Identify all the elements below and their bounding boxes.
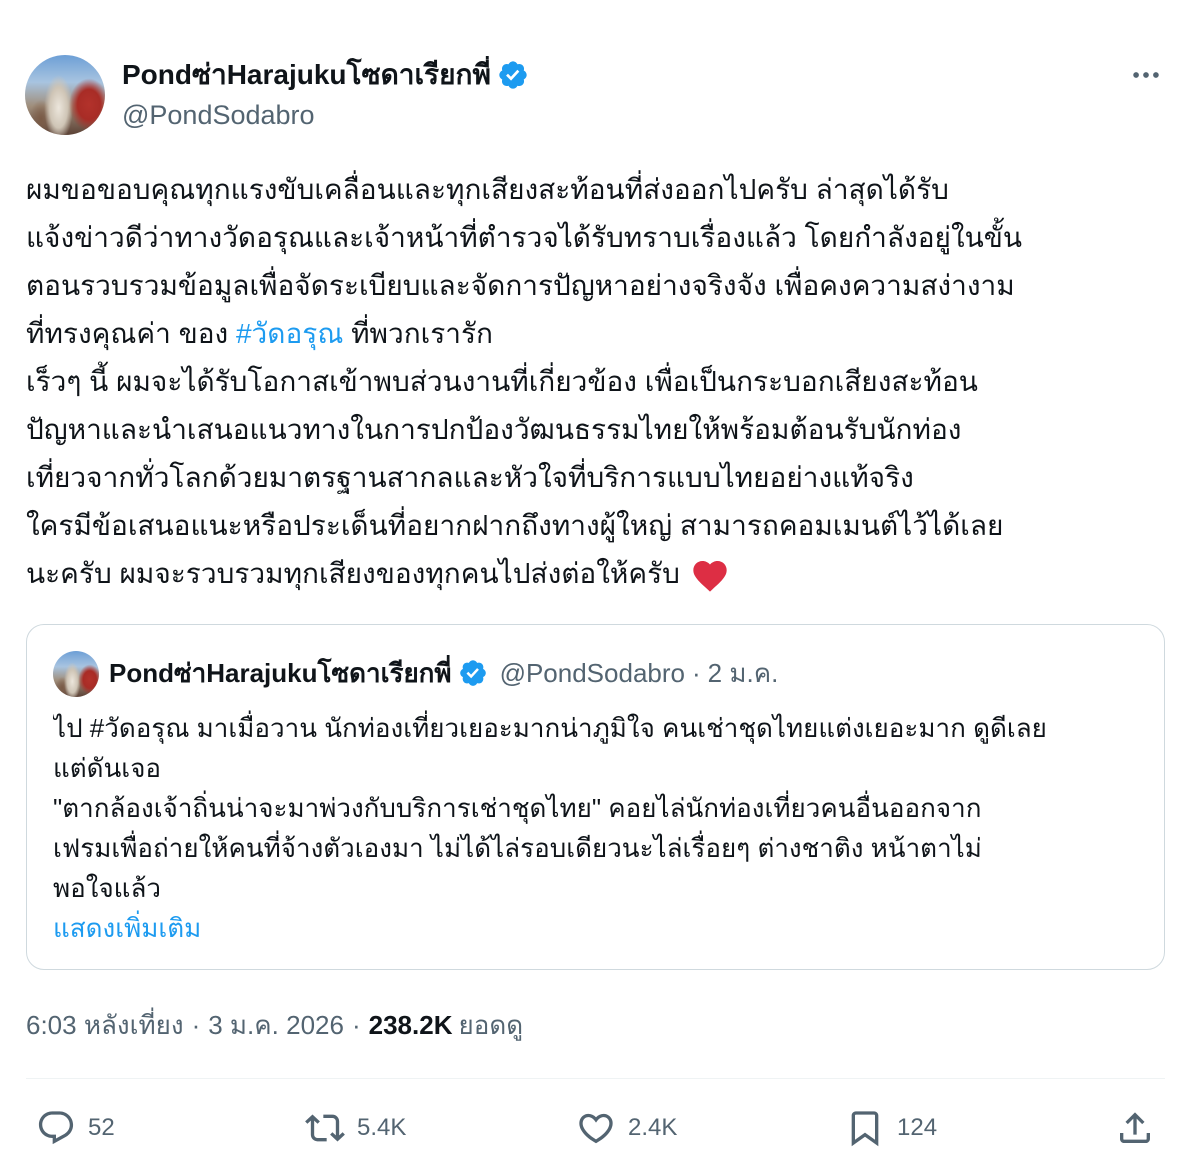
- tweet-text-line: เร็วๆ นี้ ผมจะได้รับโอกาสเข้าพบส่วนงานที…: [26, 366, 978, 397]
- tweet-text-line: ที่ทรงคุณค่า ของ #วัดอรุณ ที่พวกเรารัก: [26, 310, 1174, 358]
- tweet-timestamp[interactable]: 6:03 หลังเที่ยง: [26, 1010, 184, 1040]
- quoted-tweet-header: Pondซ่าHarajukuโซดาเรียกพี่ @PondSodabro…: [109, 655, 1139, 691]
- reply-icon[interactable]: [36, 1108, 76, 1148]
- quoted-author-handle: @PondSodabro: [499, 658, 685, 688]
- views-count: 238.2K: [368, 1010, 453, 1040]
- red-heart-emoji-icon: [693, 560, 727, 592]
- quoted-text-line: แต่ดันเจอ: [53, 753, 162, 783]
- quoted-author-display-name: Pondซ่าHarajukuโซดาเรียกพี่: [109, 658, 452, 688]
- tweet-text-line: แจ้งข่าวดีว่าทางวัดอรุณและเจ้าหน้าที่ตำร…: [26, 222, 1023, 253]
- show-more-link[interactable]: แสดงเพิ่มเติม: [53, 908, 1143, 948]
- reply-button[interactable]: 52: [36, 1106, 115, 1150]
- retweet-button[interactable]: 5.4K: [305, 1106, 406, 1150]
- author-display-name[interactable]: Pondซ่าHarajukuโซดาเรียกพี่: [122, 56, 491, 94]
- tweet-meta: 6:03 หลังเที่ยง · 3 ม.ค. 2026 · 238.2K ยอดดู: [26, 1005, 1166, 1045]
- separator-dot: ·: [351, 1010, 361, 1040]
- verified-badge-icon: [458, 658, 488, 688]
- author-avatar[interactable]: [25, 55, 105, 135]
- quoted-text-line: "ตากล้องเจ้าถิ่นน่าจะมาพ่วงกับบริการเช่า…: [53, 793, 982, 823]
- quoted-tweet-date: 2 ม.ค.: [707, 658, 779, 688]
- views-label: ยอดดู: [458, 1010, 524, 1040]
- tweet-text: ผมขอขอบคุณทุกแรงขับเคลื่อนและทุกเสียงสะท…: [26, 166, 1174, 598]
- tweet-text-line: ตอนรวบรวมข้อมูลเพื่อจัดระเบียบและจัดการป…: [26, 270, 1015, 301]
- tweet-text-line: ใครมีข้อเสนอแนะหรือประเด็นที่อยากฝากถึงท…: [26, 510, 1004, 541]
- more-options-icon[interactable]: [1129, 58, 1163, 92]
- separator-dot: ·: [191, 1010, 201, 1040]
- quoted-text-line: เฟรมเพื่อถ่ายให้คนที่จ้างตัวเองมา ไม่ได้…: [53, 833, 982, 863]
- verified-badge-icon[interactable]: [497, 59, 529, 91]
- separator-dot: ·: [691, 658, 701, 688]
- quoted-author-avatar: [53, 651, 99, 697]
- tweet-text-segment: นะครับ ผมจะรวบรวมทุกเสียงของทุกคนไปส่งต่…: [26, 558, 680, 589]
- like-count: 2.4K: [628, 1114, 678, 1141]
- more-options-button[interactable]: [1126, 58, 1166, 92]
- quoted-tweet-text: ไป #วัดอรุณ มาเมื่อวาน นักท่องเที่ยวเยอะ…: [53, 708, 1143, 948]
- author-handle[interactable]: @PondSodabro: [122, 96, 315, 134]
- tweet-text-line: ผมขอขอบคุณทุกแรงขับเคลื่อนและทุกเสียงสะท…: [26, 174, 949, 205]
- tweet-date[interactable]: 3 ม.ค. 2026: [208, 1010, 344, 1040]
- heart-icon[interactable]: [576, 1108, 616, 1148]
- quoted-text-line: ไป #วัดอรุณ มาเมื่อวาน นักท่องเที่ยวเยอะ…: [53, 713, 1047, 743]
- hashtag-link[interactable]: #วัดอรุณ: [236, 318, 343, 349]
- quoted-tweet-card[interactable]: Pondซ่าHarajukuโซดาเรียกพี่ @PondSodabro…: [26, 624, 1165, 970]
- bookmark-button[interactable]: 124: [845, 1106, 937, 1150]
- tweet-text-line: นะครับ ผมจะรวบรวมทุกเสียงของทุกคนไปส่งต่…: [26, 550, 1174, 598]
- retweet-icon[interactable]: [305, 1108, 345, 1148]
- quoted-text-line: พอใจแล้ว: [53, 873, 161, 903]
- tweet-detail-page: Pondซ่าHarajukuโซดาเรียกพี่ @PondSodabro…: [0, 0, 1200, 1169]
- bookmark-count: 124: [897, 1114, 938, 1141]
- tweet-text-segment: ที่ทรงคุณค่า ของ: [26, 318, 236, 349]
- share-icon[interactable]: [1115, 1108, 1155, 1148]
- tweet-text-segment: ที่พวกเรารัก: [343, 318, 493, 349]
- like-button[interactable]: 2.4K: [576, 1106, 677, 1150]
- tweet-text-line: เที่ยวจากทั่วโลกด้วยมาตรฐานสากลและหัวใจท…: [26, 462, 914, 493]
- author-name-row: Pondซ่าHarajukuโซดาเรียกพี่: [122, 56, 529, 94]
- tweet-text-line: ปัญหาและนำเสนอแนวทางในการปกป้องวัฒนธรรมไ…: [26, 414, 962, 445]
- divider: [26, 1078, 1165, 1079]
- bookmark-icon[interactable]: [845, 1108, 885, 1148]
- share-button[interactable]: [1115, 1106, 1155, 1150]
- reply-count: 52: [88, 1114, 115, 1141]
- retweet-count: 5.4K: [357, 1114, 407, 1141]
